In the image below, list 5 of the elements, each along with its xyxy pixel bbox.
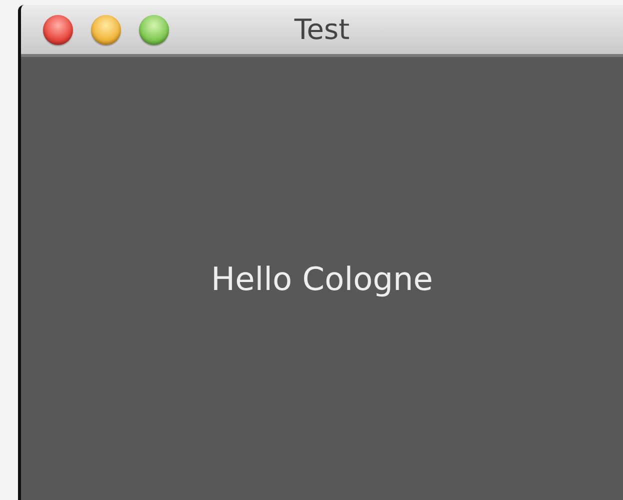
- zoom-button[interactable]: [139, 14, 169, 44]
- window-title: Test: [294, 13, 350, 46]
- minimize-button[interactable]: [91, 14, 121, 44]
- content-label: Hello Cologne: [211, 260, 433, 298]
- close-button[interactable]: [43, 14, 73, 44]
